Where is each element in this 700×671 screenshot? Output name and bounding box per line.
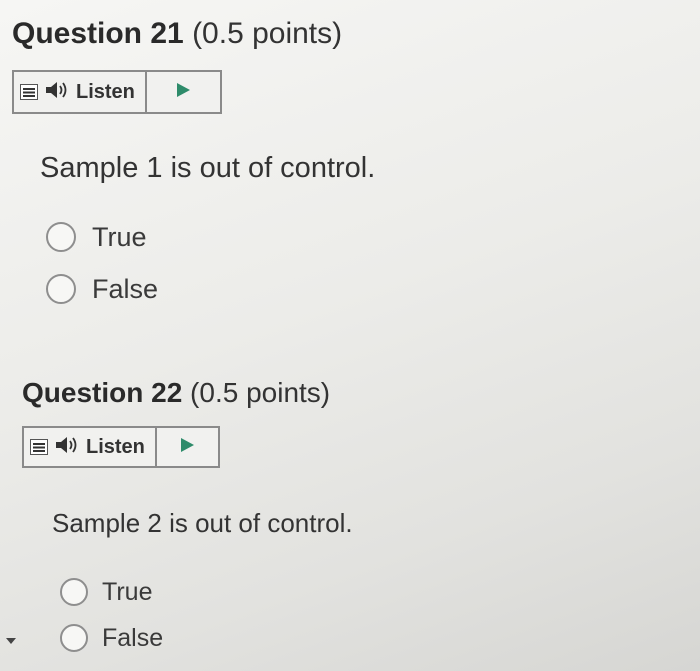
option-true[interactable]: True — [60, 569, 353, 615]
radio-button[interactable] — [60, 624, 88, 652]
listen-toolbar: Listen — [12, 70, 222, 114]
question-heading: Question 22 (0.5 points) — [22, 374, 353, 412]
option-label: True — [102, 577, 153, 606]
option-label: False — [102, 623, 164, 652]
play-icon — [175, 82, 191, 103]
option-label: False — [92, 273, 159, 304]
speaker-icon — [44, 80, 70, 105]
caret-down-icon[interactable] — [6, 638, 16, 644]
question-points: (0.5 points) — [192, 17, 343, 50]
play-button[interactable] — [157, 428, 218, 466]
menu-icon[interactable] — [14, 72, 44, 112]
listen-button[interactable]: Listen — [54, 428, 157, 466]
play-button[interactable] — [147, 72, 220, 112]
menu-icon[interactable] — [24, 428, 54, 466]
question-prompt: Sample 1 is out of control. — [40, 152, 376, 184]
play-icon — [179, 437, 195, 458]
listen-toolbar: Listen — [22, 426, 220, 468]
question-22: Question 22 (0.5 points) Listen Sample 2… — [22, 374, 353, 661]
radio-button[interactable] — [46, 222, 76, 252]
listen-button[interactable]: Listen — [44, 72, 147, 112]
radio-button[interactable] — [60, 578, 88, 606]
listen-label: Listen — [76, 80, 135, 103]
option-false[interactable]: False — [46, 263, 375, 315]
answer-options: True False — [60, 569, 353, 661]
option-false[interactable]: False — [60, 615, 353, 661]
option-label: True — [92, 221, 147, 252]
question-title: Question 21 — [12, 17, 184, 50]
speaker-icon — [54, 435, 80, 460]
radio-button[interactable] — [46, 274, 76, 304]
question-heading: Question 21 (0.5 points) — [12, 14, 375, 54]
listen-label: Listen — [86, 435, 145, 458]
question-21: Question 21 (0.5 points) Listen Sample 1… — [12, 14, 375, 315]
option-true[interactable]: True — [46, 211, 375, 263]
answer-options: True False — [46, 211, 375, 315]
question-title: Question 22 — [22, 377, 183, 408]
question-prompt: Sample 2 is out of control. — [52, 508, 353, 538]
question-points: (0.5 points) — [190, 377, 331, 408]
